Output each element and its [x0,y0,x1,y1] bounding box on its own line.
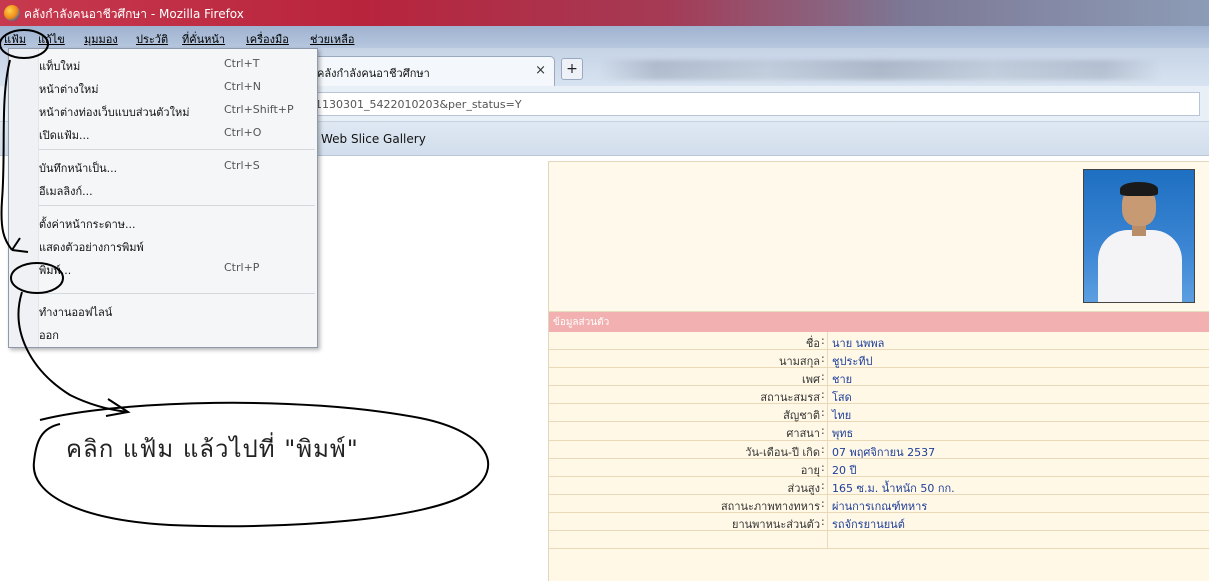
callout-text: คลิก แฟ้ม แล้วไปที่ "พิมพ์" [66,435,359,463]
menu-item-new-private-window[interactable]: หน้าต่างท่องเว็บแบบส่วนตัวใหม่ Ctrl+Shift… [9,99,319,121]
menu-item-shortcut: Ctrl+N [224,80,262,93]
photo-area [549,162,1209,312]
menu-item-shortcut: Ctrl+P [224,261,260,274]
row-divider [827,512,828,531]
menu-view[interactable]: มุมมอง [84,30,118,48]
menu-item-label: ออก [39,329,59,342]
profile-row-height: ส่วนสูง:165 ซ.ม. น้ำหนัก 50 กก. [549,476,1209,495]
profile-row-military-status: สถานะภาพทางทหาร: ผ่านการเกณฑ์ทหาร [549,494,1209,513]
menu-item-label: ทำงานออฟไลน์ [39,306,113,319]
profile-row-age: อายุ:20 ปี [549,458,1209,477]
menu-bookmarks[interactable]: ที่คั่นหน้า [182,30,225,48]
field-separator: : [821,352,825,366]
menu-item-print-preview[interactable]: แสดงตัวอย่างการพิมพ์ [9,234,319,256]
screenshot-root: คลังกำลังคนอาชีวศึกษา - Mozilla Firefox … [0,0,1209,581]
menu-item-work-offline[interactable]: ทำงานออฟไลน์ [9,299,319,321]
tab-title: คลังกำลังคนอาชีวศึกษา [317,67,430,80]
menu-edit[interactable]: แก้ไข [38,30,65,48]
row-divider [827,531,828,549]
field-separator: : [821,334,825,347]
menu-item-open-file[interactable]: เปิดแฟ้ม... Ctrl+O [9,122,319,144]
field-separator: : [821,442,825,456]
menu-item-label: เปิดแฟ้ม... [39,129,90,142]
menu-item-label: แท็บใหม่ [39,60,81,73]
row-divider [827,458,828,476]
menu-item-shortcut: Ctrl+Shift+P [224,103,294,116]
menu-tools[interactable]: เครื่องมือ [246,30,289,48]
menu-item-shortcut: Ctrl+O [224,126,262,139]
menu-item-exit[interactable]: ออก [9,322,319,344]
profile-row-nationality: สัญชาติ: ไทย [549,404,1209,423]
menu-item-label: บันทึกหน้าเป็น... [39,162,118,175]
row-divider [827,386,828,404]
url-input[interactable]: 1130301_5422010203&per_status=Y [300,92,1200,116]
row-divider [827,332,828,350]
profile-row-empty [549,531,1209,550]
menu-item-label: พิมพ์... [39,264,72,277]
menu-separator [39,293,315,294]
field-separator: : [821,514,825,528]
menu-separator [39,149,315,150]
row-divider [827,350,828,368]
profile-row-name: ชื่อ: นาย นพพล [549,332,1209,351]
close-tab-icon[interactable]: × [535,63,546,78]
menu-item-label: หน้าต่างท่องเว็บแบบส่วนตัวใหม่ [39,106,190,119]
bookmark-web-slice-gallery[interactable]: Web Slice Gallery [321,132,426,146]
photo-shirt [1098,230,1182,302]
profile-row-surname: นามสกุล: ชูประทีป [549,350,1209,369]
photo-hair [1120,182,1158,196]
menu-item-shortcut: Ctrl+S [224,159,260,172]
menu-history[interactable]: ประวัติ [136,30,168,48]
row-divider [827,476,828,494]
field-separator: : [821,424,825,438]
blurred-toolbar-area [600,60,1160,80]
menu-item-label: แสดงตัวอย่างการพิมพ์ [39,241,144,254]
profile-row-vehicle: ยานพาหนะส่วนตัว: รถจักรยานยนต์ [549,512,1209,532]
profile-row-marital-status: สถานะสมรส: โสด [549,386,1209,405]
row-divider [827,368,828,386]
menu-item-save-page-as[interactable]: บันทึกหน้าเป็น... Ctrl+S [9,155,319,177]
field-separator: : [821,388,825,402]
profile-fields: ชื่อ: นาย นพพล นามสกุล: ชูประทีป เพศ: ชาย ส… [549,332,1209,550]
section-header-personal: ข้อมูลส่วนตัว [549,312,1209,332]
menubar: แฟ้ม แก้ไข มุมมอง ประวัติ ที่คั่นหน้า เค… [0,26,1209,48]
menu-item-email-link[interactable]: อีเมลลิงก์... [9,178,319,200]
menu-help[interactable]: ช่วยเหลือ [310,30,354,48]
row-divider [827,404,828,422]
menu-item-new-window[interactable]: หน้าต่างใหม่ Ctrl+N [9,76,319,98]
menu-item-page-setup[interactable]: ตั้งค่าหน้ากระดาษ... [9,211,319,233]
profile-row-gender: เพศ: ชาย [549,368,1209,387]
menu-item-shortcut: Ctrl+T [224,57,260,70]
field-separator: : [821,496,825,510]
row-divider [827,422,828,440]
window-title: คลังกำลังคนอาชีวศึกษา - Mozilla Firefox [24,7,244,21]
field-separator: : [821,460,825,474]
window-titlebar: คลังกำลังคนอาชีวศึกษา - Mozilla Firefox [0,0,1209,26]
row-divider [827,440,828,458]
profile-panel: ข้อมูลส่วนตัว ชื่อ: นาย นพพล นามสกุล: ชูปร… [548,161,1209,581]
menu-separator [39,205,315,206]
menu-item-label: ตั้งค่าหน้ากระดาษ... [39,218,136,231]
field-separator: : [821,370,825,384]
file-menu-dropdown: แท็บใหม่ Ctrl+T หน้าต่างใหม่ Ctrl+N หน้าต่… [8,48,318,348]
menu-file[interactable]: แฟ้ม [4,30,26,48]
profile-row-religion: ศาสนา: พุทธ [549,422,1209,441]
url-text: 1130301_5422010203&per_status=Y [315,98,522,111]
profile-photo [1083,169,1195,303]
firefox-icon [4,5,20,21]
menu-item-label: หน้าต่างใหม่ [39,83,99,96]
new-tab-button[interactable]: + [561,58,583,80]
field-separator: : [821,406,825,420]
menu-item-new-tab[interactable]: แท็บใหม่ Ctrl+T [9,53,319,75]
profile-row-birthdate: วัน-เดือน-ปี เกิด:07 พฤศจิกายน 2537 [549,440,1209,459]
section-title: ข้อมูลส่วนตัว [553,317,610,328]
menu-item-print[interactable]: พิมพ์... Ctrl+P [9,257,319,279]
menu-item-label: อีเมลลิงก์... [39,185,93,198]
row-divider [827,494,828,512]
field-separator: : [821,478,825,492]
